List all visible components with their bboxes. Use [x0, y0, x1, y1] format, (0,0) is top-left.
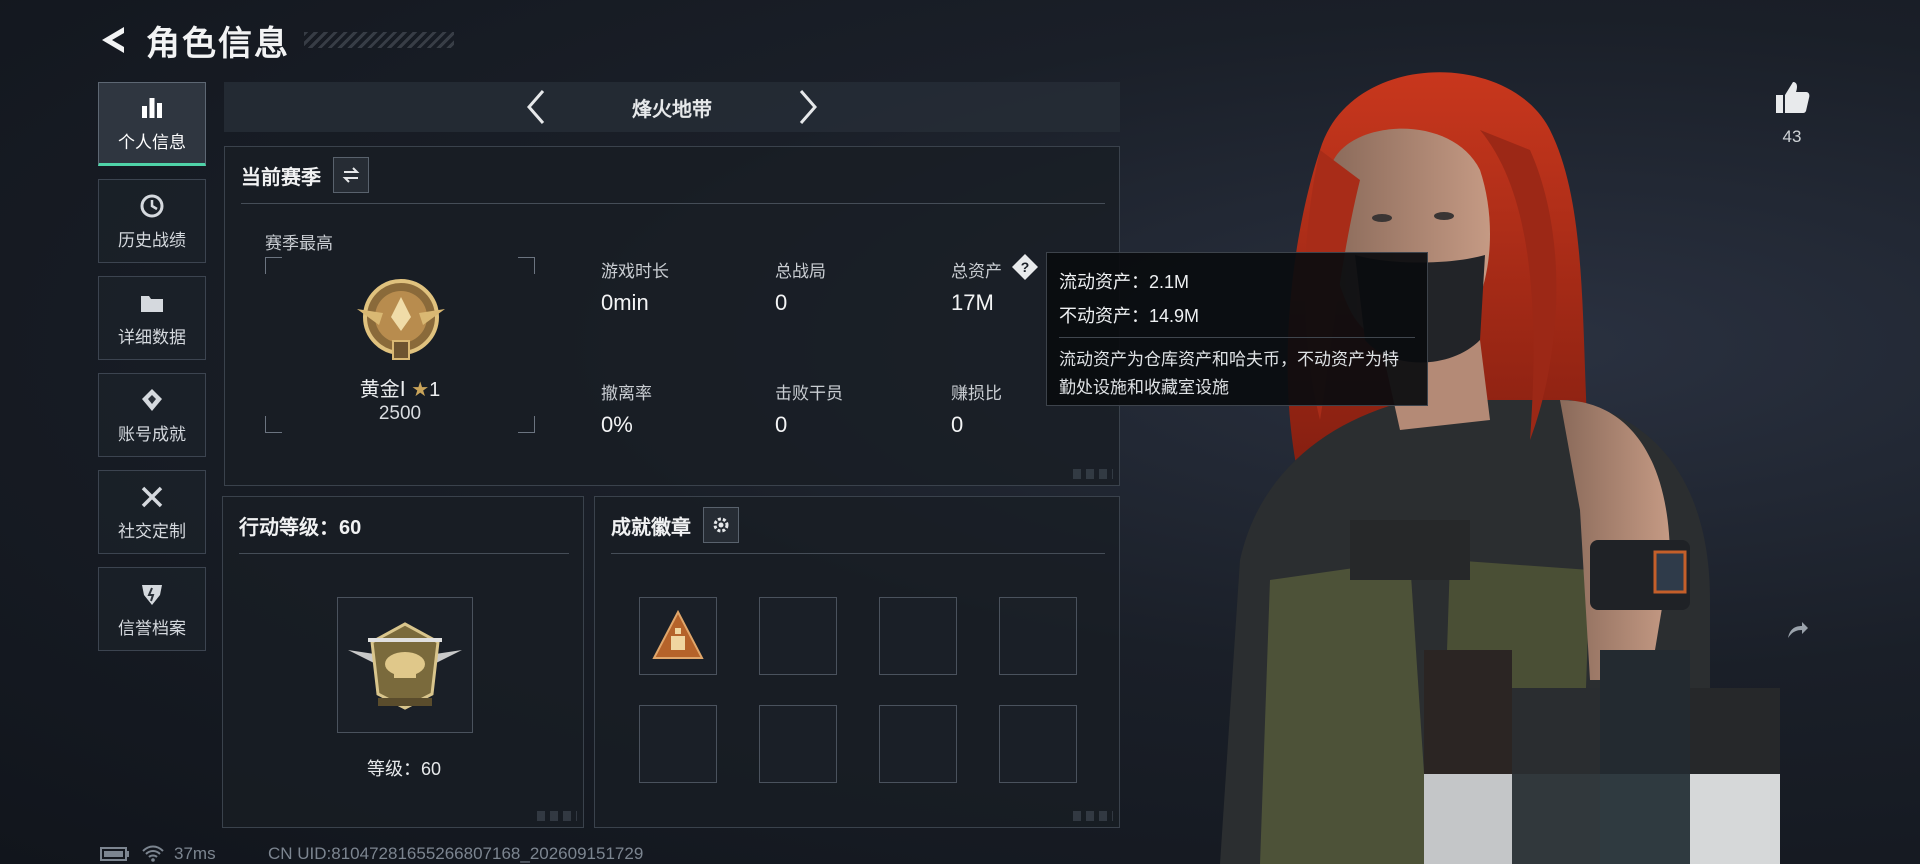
achievement-slot[interactable]: [999, 597, 1077, 675]
sidebar: 个人信息 历史战绩 详细数据 账号成就 社交定制 信誉档案: [98, 82, 208, 664]
gear-icon: [713, 517, 729, 533]
stat-value: 0min: [601, 290, 649, 315]
mosaic-overlay: [1424, 650, 1780, 864]
stat-value: 0%: [601, 412, 633, 437]
season-switch-button[interactable]: [333, 157, 369, 193]
stat-value: 0: [775, 290, 788, 315]
ping-value: 37ms: [174, 844, 216, 863]
panel-corner-decoration: [1073, 811, 1113, 821]
sidebar-item-label: 信誉档案: [118, 618, 186, 638]
mode-title: 烽火地带: [632, 98, 712, 121]
sidebar-item-personal-info[interactable]: 个人信息: [98, 82, 206, 166]
svg-text:?: ?: [1021, 259, 1030, 275]
status-bar: 37ms: [100, 844, 216, 864]
rank-score: 2500: [378, 403, 422, 424]
rank-name: 黄金Ⅰ: [359, 379, 406, 401]
achievements-title: 成就徽章: [611, 516, 691, 539]
stat-extract-rate: 撤离率 0%: [601, 379, 652, 438]
stat-kills: 击败干员 0: [775, 379, 843, 438]
action-level-title: 行动等级：60: [239, 517, 362, 539]
achievement-slot[interactable]: [759, 705, 837, 783]
triangle-crate-badge-icon: [652, 609, 704, 659]
sidebar-item-label: 历史战绩: [118, 230, 186, 250]
chevron-right-icon[interactable]: [797, 87, 821, 127]
credit-shield-icon: [142, 584, 162, 605]
stat-value: 17M: [951, 290, 994, 315]
stat-total-matches: 总战局 0: [775, 257, 826, 316]
season-best-label: 赛季最高: [265, 234, 333, 253]
like-count: 43: [1782, 127, 1802, 146]
sidebar-item-label: 详细数据: [118, 327, 186, 347]
tooltip-liquid-assets: 流动资产：2.1M: [1059, 272, 1190, 292]
stat-label: 击败干员: [775, 384, 843, 403]
sidebar-item-label: 个人信息: [118, 132, 186, 152]
assets-tooltip: 流动资产：2.1M 不动资产：14.9M 流动资产为仓库资产和哈夫币，不动资产为…: [1046, 252, 1428, 406]
rank-star: 1: [429, 379, 441, 401]
rank-box: 黄金Ⅰ ★1 2500: [265, 257, 535, 433]
stat-label: 总战局: [775, 262, 826, 281]
like-button[interactable]: 43: [1762, 78, 1822, 147]
sidebar-item-label: 社交定制: [118, 521, 186, 541]
panel-corner-decoration: [537, 811, 577, 821]
title-decoration: [304, 32, 454, 48]
sidebar-item-details[interactable]: 详细数据: [98, 276, 206, 360]
back-arrow-icon[interactable]: [96, 23, 130, 57]
stat-label: 撤离率: [601, 384, 652, 403]
battery-icon: [100, 847, 129, 861]
tooltip-description: 流动资产为仓库资产和哈夫币，不动资产为特勤处设施和收藏室设施: [1059, 350, 1399, 397]
achievement-slot[interactable]: [759, 597, 837, 675]
gold-rank-emblem-icon: [357, 279, 445, 360]
chevron-left-icon[interactable]: [523, 87, 547, 127]
action-level-panel: 行动等级：60 等级：60: [222, 496, 584, 828]
stat-label: 总资产: [951, 262, 1002, 281]
stat-label: 赚损比: [951, 384, 1002, 403]
level-text: 等级：60: [366, 759, 442, 779]
tooltip-fixed-assets: 不动资产：14.9M: [1059, 306, 1200, 326]
season-panel: 当前赛季 赛季最高 黄金Ⅰ ★1 2500 游戏时长 0min 总战局 0 总资…: [224, 146, 1120, 486]
achievements-settings-button[interactable]: [703, 507, 739, 543]
achievement-slot[interactable]: [639, 597, 717, 675]
sidebar-item-achievements[interactable]: 账号成就: [98, 373, 206, 457]
achievement-slot[interactable]: [999, 705, 1077, 783]
history-clock-icon: [140, 194, 164, 217]
mode-switcher: 烽火地带: [224, 82, 1120, 132]
sidebar-item-credit[interactable]: 信誉档案: [98, 567, 206, 651]
stat-value: 0: [951, 412, 964, 437]
level-badge-frame: [337, 597, 473, 733]
folder-icon: [141, 295, 163, 312]
stat-profit-ratio: 赚损比 0: [951, 379, 1002, 438]
swap-icon: [342, 167, 360, 183]
sidebar-item-label: 账号成就: [118, 424, 186, 444]
achievement-slot[interactable]: [879, 705, 957, 783]
panel-corner-decoration: [1073, 469, 1113, 479]
achievements-panel: 成就徽章: [594, 496, 1120, 828]
share-icon[interactable]: [1782, 616, 1810, 644]
stat-label: 游戏时长: [601, 262, 669, 281]
thumbs-up-icon: [1776, 82, 1810, 113]
help-question-icon[interactable]: ?: [1011, 253, 1039, 281]
stat-play-time: 游戏时长 0min: [601, 257, 669, 316]
season-title: 当前赛季: [241, 166, 321, 189]
achievement-slot[interactable]: [879, 597, 957, 675]
page-title: 角色信息: [146, 24, 290, 63]
star-icon: ★: [411, 379, 430, 401]
achievement-icon: [142, 388, 162, 411]
bar-chart-icon: [142, 97, 162, 118]
user-uid: CN UID:810472816552668071​68_20260915172…: [268, 844, 644, 863]
sidebar-item-history[interactable]: 历史战绩: [98, 179, 206, 263]
stat-value: 0: [775, 412, 788, 437]
sidebar-item-social[interactable]: 社交定制: [98, 470, 206, 554]
helicopter-badge-icon: [348, 622, 462, 710]
achievement-slot[interactable]: [639, 705, 717, 783]
page-header: 角色信息: [96, 18, 454, 63]
tools-icon: [141, 486, 163, 507]
wifi-icon: [142, 845, 164, 862]
stat-total-assets: 总资产 17M: [951, 257, 1002, 316]
